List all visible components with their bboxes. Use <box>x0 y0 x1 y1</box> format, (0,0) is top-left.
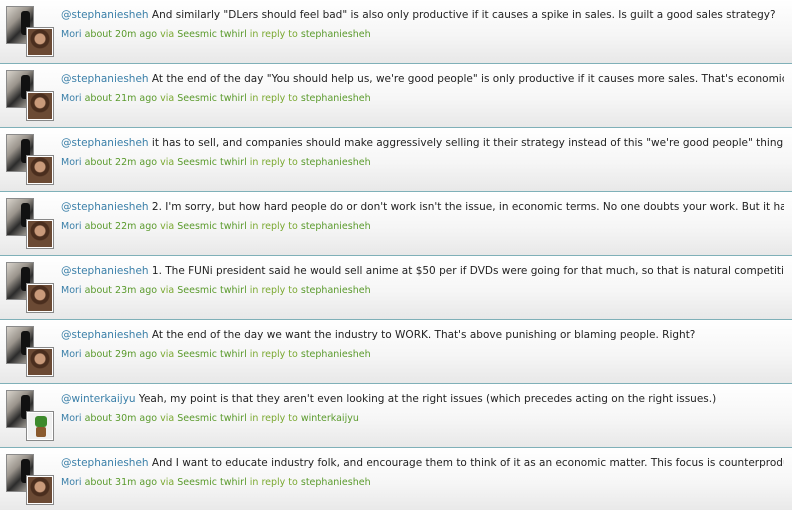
app-link[interactable]: Seesmic twhirl <box>177 285 247 296</box>
reply-target-link[interactable]: stephaniesheh <box>301 349 371 360</box>
via-label: via <box>160 157 175 168</box>
tweet-text: @stephaniesheh it has to sell, and compa… <box>61 137 784 150</box>
tweet-row: @stephaniesheh And similarly "DLers shou… <box>0 0 792 64</box>
tweet-text: @stephaniesheh At the end of the day "Yo… <box>61 73 784 86</box>
author-link[interactable]: Mori <box>61 29 82 40</box>
author-link[interactable]: Mori <box>61 93 82 104</box>
reply-target-link[interactable]: stephaniesheh <box>301 157 371 168</box>
reply-user-avatar[interactable] <box>26 283 54 313</box>
author-link[interactable]: Mori <box>61 157 82 168</box>
mention-link[interactable]: @stephaniesheh <box>61 73 149 85</box>
timestamp-link[interactable]: about 31m ago <box>85 477 157 488</box>
via-label: via <box>160 221 175 232</box>
timestamp-link[interactable]: about 29m ago <box>85 349 157 360</box>
reply-target-link[interactable]: stephaniesheh <box>301 477 371 488</box>
reply-user-avatar[interactable] <box>26 91 54 121</box>
app-link[interactable]: Seesmic twhirl <box>177 349 247 360</box>
tweet-body: Yeah, my point is that they aren't even … <box>135 393 717 405</box>
via-label: via <box>160 93 175 104</box>
tweet-text: @stephaniesheh At the end of the day we … <box>61 329 784 342</box>
tweet-meta: Mori about 29m ago via Seesmic twhirl in… <box>61 349 371 361</box>
tweet-text: @stephaniesheh And similarly "DLers shou… <box>61 9 784 22</box>
tweet-feed: @stephaniesheh And similarly "DLers shou… <box>0 0 792 510</box>
in-reply-to-label: in reply to <box>249 349 298 360</box>
tweet-meta: Mori about 30m ago via Seesmic twhirl in… <box>61 413 359 425</box>
in-reply-to-label: in reply to <box>249 29 298 40</box>
app-link[interactable]: Seesmic twhirl <box>177 413 247 424</box>
tweet-body: And similarly "DLers should feel bad" is… <box>148 9 776 21</box>
in-reply-to-label: in reply to <box>249 157 298 168</box>
tweet-body: 2. I'm sorry, but how hard people do or … <box>148 201 784 213</box>
mention-link[interactable]: @stephaniesheh <box>61 201 149 213</box>
tweet-meta: Mori about 22m ago via Seesmic twhirl in… <box>61 221 371 233</box>
reply-user-avatar[interactable] <box>26 219 54 249</box>
author-link[interactable]: Mori <box>61 285 82 296</box>
app-link[interactable]: Seesmic twhirl <box>177 157 247 168</box>
tweet-row: @winterkaijyu Yeah, my point is that the… <box>0 384 792 448</box>
timestamp-link[interactable]: about 22m ago <box>85 157 157 168</box>
tweet-body: And I want to educate industry folk, and… <box>148 457 784 469</box>
reply-user-avatar[interactable] <box>26 347 54 377</box>
reply-user-avatar[interactable] <box>26 27 54 57</box>
via-label: via <box>160 285 175 296</box>
mention-link[interactable]: @winterkaijyu <box>61 393 136 405</box>
via-label: via <box>160 29 175 40</box>
reply-user-avatar[interactable] <box>26 475 54 505</box>
tweet-meta: Mori about 20m ago via Seesmic twhirl in… <box>61 29 371 41</box>
in-reply-to-label: in reply to <box>249 285 298 296</box>
timestamp-link[interactable]: about 23m ago <box>85 285 157 296</box>
tweet-meta: Mori about 22m ago via Seesmic twhirl in… <box>61 157 371 169</box>
mention-link[interactable]: @stephaniesheh <box>61 265 149 277</box>
reply-target-link[interactable]: stephaniesheh <box>301 93 371 104</box>
app-link[interactable]: Seesmic twhirl <box>177 221 247 232</box>
reply-target-link[interactable]: winterkaijyu <box>301 413 359 424</box>
via-label: via <box>160 413 175 424</box>
tweet-row: @stephaniesheh it has to sell, and compa… <box>0 128 792 192</box>
tweet-text: @stephaniesheh And I want to educate ind… <box>61 457 784 470</box>
reply-target-link[interactable]: stephaniesheh <box>301 285 371 296</box>
mention-link[interactable]: @stephaniesheh <box>61 457 149 469</box>
tweet-body: At the end of the day "You should help u… <box>148 73 784 85</box>
tweet-text: @stephaniesheh 1. The FUNi president sai… <box>61 265 784 278</box>
mention-link[interactable]: @stephaniesheh <box>61 137 149 149</box>
via-label: via <box>160 477 175 488</box>
tweet-meta: Mori about 21m ago via Seesmic twhirl in… <box>61 93 371 105</box>
tweet-body: it has to sell, and companies should mak… <box>148 137 784 149</box>
tweet-row: @stephaniesheh 2. I'm sorry, but how har… <box>0 192 792 256</box>
reply-target-link[interactable]: stephaniesheh <box>301 221 371 232</box>
mention-link[interactable]: @stephaniesheh <box>61 329 149 341</box>
tweet-body: 1. The FUNi president said he would sell… <box>148 265 784 277</box>
app-link[interactable]: Seesmic twhirl <box>177 29 247 40</box>
author-link[interactable]: Mori <box>61 413 82 424</box>
tweet-body: At the end of the day we want the indust… <box>148 329 696 341</box>
tweet-row: @stephaniesheh And I want to educate ind… <box>0 448 792 510</box>
mention-link[interactable]: @stephaniesheh <box>61 9 149 21</box>
in-reply-to-label: in reply to <box>249 93 298 104</box>
tweet-meta: Mori about 31m ago via Seesmic twhirl in… <box>61 477 371 489</box>
tweet-row: @stephaniesheh At the end of the day "Yo… <box>0 64 792 128</box>
timestamp-link[interactable]: about 21m ago <box>85 93 157 104</box>
reply-user-avatar[interactable] <box>26 155 54 185</box>
via-label: via <box>160 349 175 360</box>
in-reply-to-label: in reply to <box>249 413 298 424</box>
timestamp-link[interactable]: about 30m ago <box>85 413 157 424</box>
timestamp-link[interactable]: about 20m ago <box>85 29 157 40</box>
timestamp-link[interactable]: about 22m ago <box>85 221 157 232</box>
in-reply-to-label: in reply to <box>249 221 298 232</box>
reply-user-avatar[interactable] <box>26 411 54 441</box>
tweet-row: @stephaniesheh At the end of the day we … <box>0 320 792 384</box>
app-link[interactable]: Seesmic twhirl <box>177 93 247 104</box>
author-link[interactable]: Mori <box>61 349 82 360</box>
tweet-text: @stephaniesheh 2. I'm sorry, but how har… <box>61 201 784 214</box>
tweet-text: @winterkaijyu Yeah, my point is that the… <box>61 393 784 406</box>
in-reply-to-label: in reply to <box>249 477 298 488</box>
author-link[interactable]: Mori <box>61 477 82 488</box>
author-link[interactable]: Mori <box>61 221 82 232</box>
app-link[interactable]: Seesmic twhirl <box>177 477 247 488</box>
reply-target-link[interactable]: stephaniesheh <box>301 29 371 40</box>
tweet-row: @stephaniesheh 1. The FUNi president sai… <box>0 256 792 320</box>
tweet-meta: Mori about 23m ago via Seesmic twhirl in… <box>61 285 371 297</box>
